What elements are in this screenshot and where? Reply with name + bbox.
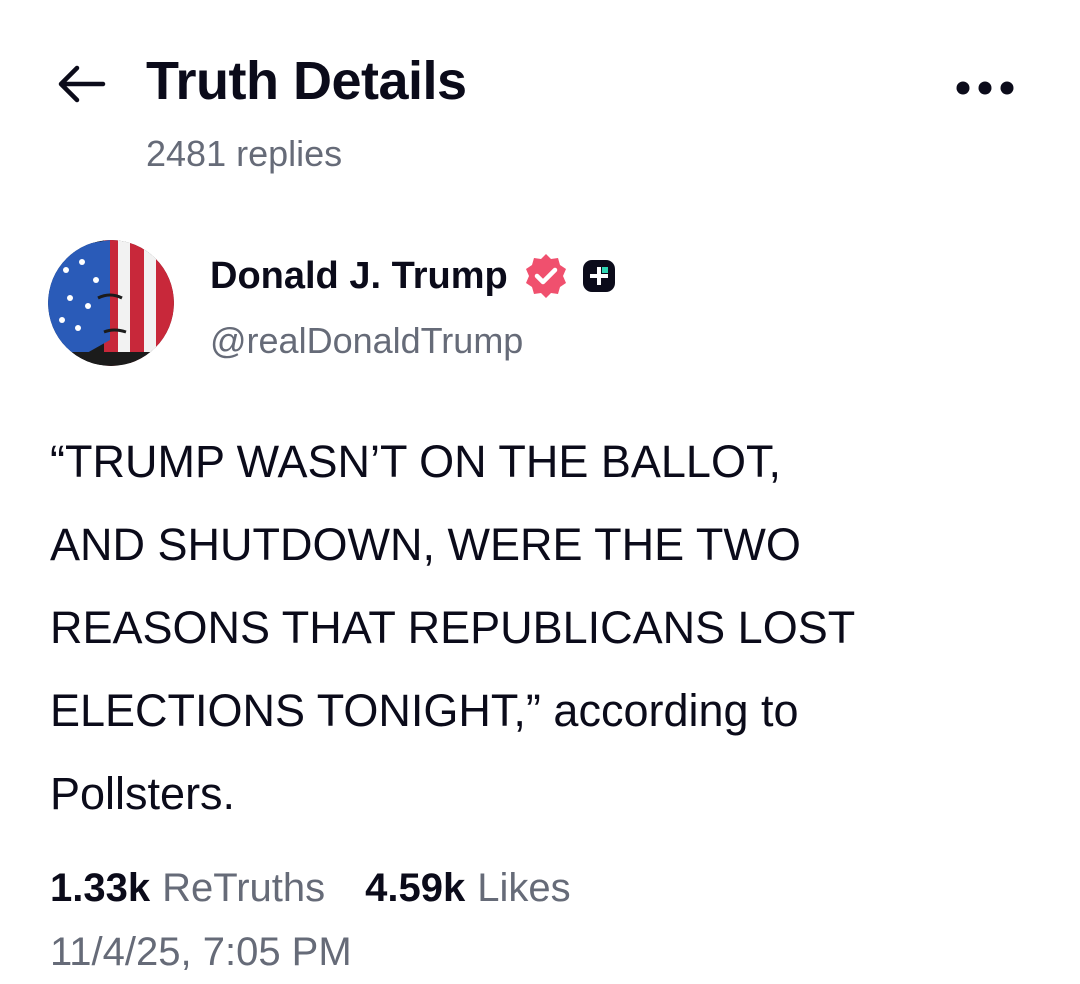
verified-badge-icon xyxy=(522,252,570,300)
more-options-button[interactable] xyxy=(948,68,1022,108)
post-timestamp: 11/4/25, 7:05 PM xyxy=(50,930,352,974)
back-button[interactable] xyxy=(50,56,112,112)
retruths-label: ReTruths xyxy=(162,866,326,910)
plus-badge-icon xyxy=(582,259,616,293)
post-stats: 1.33k ReTruths 4.59k Likes xyxy=(50,866,571,911)
author-name-text: Donald J. Trump xyxy=(210,254,508,297)
avatar[interactable] xyxy=(48,240,174,366)
retruths-stat[interactable]: 1.33k ReTruths xyxy=(50,866,325,911)
reply-count: 2481 replies xyxy=(146,133,343,174)
author-display-name[interactable]: Donald J. Trump xyxy=(210,252,616,300)
likes-stat[interactable]: 4.59k Likes xyxy=(365,866,571,911)
likes-count: 4.59k xyxy=(365,866,466,910)
avatar-image xyxy=(48,240,174,366)
author-row: Donald J. Trump @realDonaldTrump xyxy=(0,230,1080,380)
more-horizontal-icon xyxy=(956,81,1014,95)
retruths-count: 1.33k xyxy=(50,866,151,910)
header: Truth Details 2481 replies xyxy=(0,0,1080,200)
likes-label: Likes xyxy=(477,866,571,910)
author-handle[interactable]: @realDonaldTrump xyxy=(210,320,523,362)
arrow-left-icon xyxy=(58,65,106,103)
page-title: Truth Details xyxy=(146,51,467,111)
post-text: “TRUMP WASN’T ON THE BALLOT, AND SHUTDOW… xyxy=(50,436,856,819)
